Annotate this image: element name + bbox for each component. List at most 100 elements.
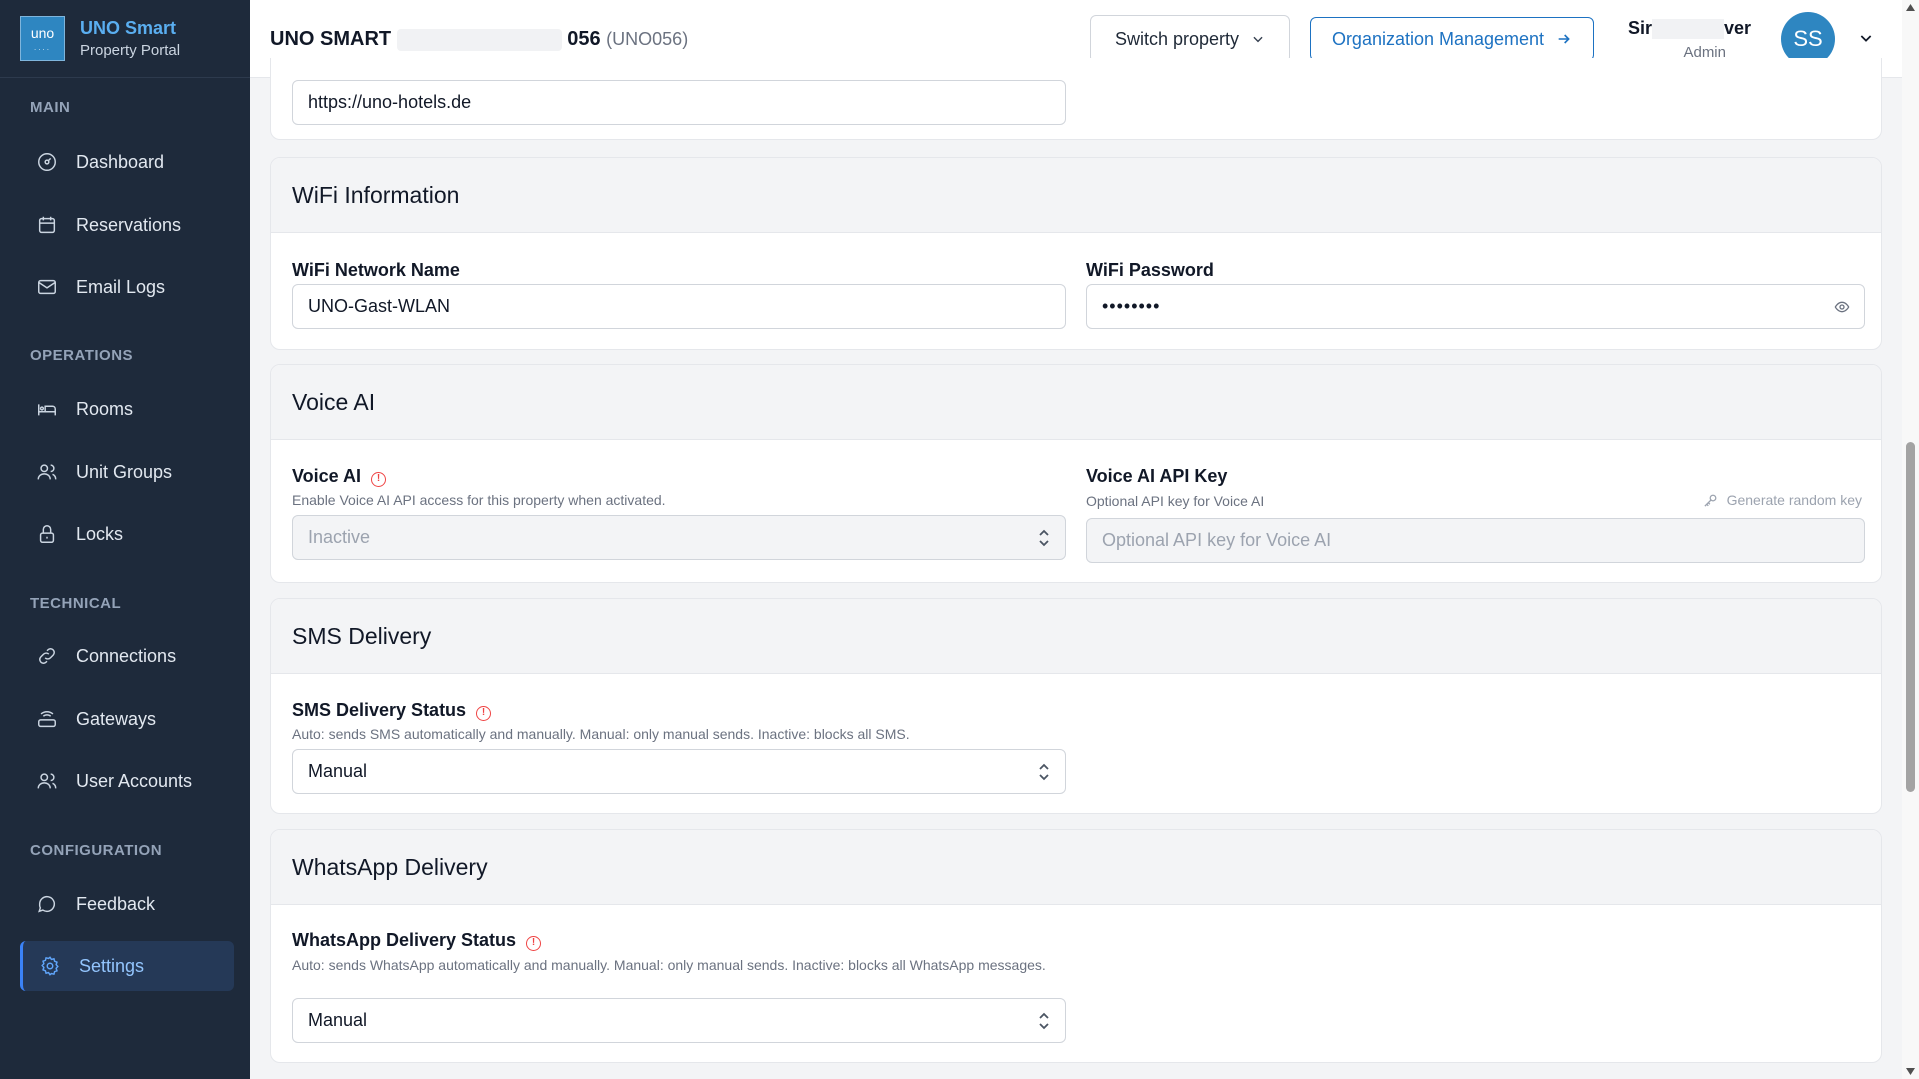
brand: uno .... UNO Smart Property Portal (0, 0, 250, 78)
sms-status-label-text: SMS Delivery Status (292, 700, 467, 720)
sidebar-item-locks[interactable]: Locks (20, 509, 234, 559)
wifi-network-label: WiFi Network Name (292, 260, 460, 280)
sidebar-item-email-logs[interactable]: Email Logs (20, 262, 234, 312)
property-code: (UNO056) (606, 29, 689, 49)
nav-section-technical: TECHNICAL (30, 595, 122, 612)
sms-delivery-card-title: SMS Delivery (271, 599, 1881, 674)
voice-ai-label: Voice AI! (292, 466, 387, 487)
brand-logo: uno .... (20, 16, 65, 61)
info-icon[interactable]: ! (371, 472, 387, 487)
info-icon[interactable]: ! (476, 706, 492, 721)
voice-ai-label-text: Voice AI (292, 466, 362, 486)
sidebar-item-feedback[interactable]: Feedback (20, 879, 234, 929)
scroll-up-icon[interactable] (1906, 4, 1915, 11)
brand-subtitle: Property Portal (80, 42, 181, 59)
chevron-down-icon (1253, 36, 1263, 43)
sidebar-item-label: Gateways (76, 708, 157, 729)
voice-ai-card: Voice AI Voice AI! Enable Voice AI API a… (270, 364, 1882, 583)
key-icon (1704, 494, 1717, 507)
scrollbar-thumb[interactable] (1906, 442, 1915, 792)
organization-management-label: Organization Management (1331, 28, 1545, 49)
wifi-password-value: •••••••• (1102, 296, 1161, 316)
calendar-icon (38, 216, 56, 234)
select-arrows-icon (1039, 529, 1049, 547)
nav-section-main: MAIN (30, 99, 71, 116)
website-input[interactable]: https://uno-hotels.de (292, 80, 1066, 125)
wifi-card-title: WiFi Information (271, 158, 1881, 233)
wifi-card: WiFi Information WiFi Network Name UNO-G… (270, 157, 1882, 350)
sidebar-item-rooms[interactable]: Rooms (20, 384, 234, 434)
wifi-network-input[interactable]: UNO-Gast-WLAN (292, 284, 1066, 329)
sidebar-item-label: Connections (76, 645, 177, 666)
voice-ai-key-label: Voice AI API Key (1086, 466, 1228, 486)
switch-property-button[interactable]: Switch property (1090, 15, 1290, 63)
property-name-suffix: 056 (567, 28, 601, 50)
wifi-password-input[interactable]: •••••••• (1086, 284, 1865, 329)
whatsapp-status-label: WhatsApp Delivery Status! (292, 930, 542, 951)
wifi-password-label: WiFi Password (1086, 260, 1214, 280)
info-icon[interactable]: ! (526, 936, 542, 951)
nav-section-operations: OPERATIONS (30, 347, 134, 364)
sidebar-item-user-accounts[interactable]: User Accounts (20, 756, 234, 806)
whatsapp-delivery-card: WhatsApp Delivery WhatsApp Delivery Stat… (270, 829, 1882, 1063)
user-name: Sir ver (1628, 18, 1752, 40)
whatsapp-status-select[interactable]: Manual (292, 998, 1066, 1043)
sidebar: uno .... UNO Smart Property Portal MAIN … (0, 0, 250, 1079)
sidebar-item-label: Feedback (76, 893, 156, 914)
dashboard-icon (38, 153, 56, 171)
voice-ai-help: Enable Voice AI API access for this prop… (292, 492, 666, 508)
user-first-name: Sir (1628, 18, 1653, 38)
sidebar-item-label: Rooms (76, 398, 134, 419)
sidebar-item-gateways[interactable]: Gateways (20, 694, 234, 744)
sidebar-item-reservations[interactable]: Reservations (20, 200, 234, 250)
sms-status-help: Auto: sends SMS automatically and manual… (292, 726, 910, 742)
logo-dots: .... (34, 43, 51, 52)
sidebar-item-label: Dashboard (76, 151, 165, 172)
voice-ai-select-value: Inactive (308, 527, 371, 547)
sidebar-item-unit-groups[interactable]: Unit Groups (20, 447, 234, 497)
website-card: https://uno-hotels.de (270, 58, 1882, 140)
whatsapp-delivery-card-title: WhatsApp Delivery (271, 830, 1881, 905)
users-icon (37, 464, 57, 480)
sms-status-select[interactable]: Manual (292, 749, 1066, 794)
whatsapp-status-label-text: WhatsApp Delivery Status (292, 930, 517, 950)
voice-ai-key-help: Optional API key for Voice AI (1086, 493, 1265, 509)
sidebar-item-settings[interactable]: Settings (20, 941, 234, 991)
logo-text: uno (30, 25, 55, 41)
scroll-down-icon[interactable] (1906, 1068, 1915, 1075)
user-last-name: ver (1724, 18, 1752, 38)
sidebar-item-connections[interactable]: Connections (20, 631, 234, 681)
sidebar-item-dashboard[interactable]: Dashboard (20, 137, 234, 187)
router-icon (38, 711, 56, 728)
brand-title: UNO Smart (80, 18, 177, 38)
users-icon (37, 773, 57, 789)
sms-status-label: SMS Delivery Status! (292, 700, 492, 721)
whatsapp-status-help: Auto: sends WhatsApp automatically and m… (292, 957, 1046, 973)
lock-icon (39, 525, 55, 543)
eye-icon[interactable] (1833, 299, 1851, 315)
sms-delivery-card: SMS Delivery SMS Delivery Status! Auto: … (270, 598, 1882, 814)
property-title: UNO SMART 056 (UNO056) (270, 28, 688, 51)
redacted-area (1652, 19, 1725, 40)
mail-icon (38, 279, 56, 295)
bed-icon (38, 404, 56, 416)
whatsapp-status-select-value: Manual (308, 1010, 368, 1030)
property-name-prefix: UNO SMART (270, 28, 392, 50)
message-icon (38, 895, 56, 913)
sidebar-item-label: Email Logs (76, 276, 166, 297)
sms-status-select-value: Manual (308, 761, 368, 781)
select-arrows-icon (1039, 1012, 1049, 1030)
sidebar-item-label: Locks (76, 523, 124, 544)
generate-random-key-button[interactable]: Generate random key (1703, 492, 1862, 508)
organization-management-button[interactable]: Organization Management (1310, 17, 1594, 61)
link-icon (39, 648, 55, 664)
voice-ai-key-input[interactable]: Optional API key for Voice AI (1086, 518, 1865, 563)
voice-ai-card-title: Voice AI (271, 365, 1881, 440)
chevron-down-icon[interactable] (1858, 30, 1874, 46)
sidebar-item-label: User Accounts (76, 770, 193, 791)
switch-property-label: Switch property (1114, 28, 1240, 49)
generate-random-key-label: Generate random key (1726, 492, 1862, 508)
sidebar-item-label: Unit Groups (76, 461, 173, 482)
sidebar-item-label: Reservations (76, 214, 182, 235)
voice-ai-select[interactable]: Inactive (292, 515, 1066, 560)
